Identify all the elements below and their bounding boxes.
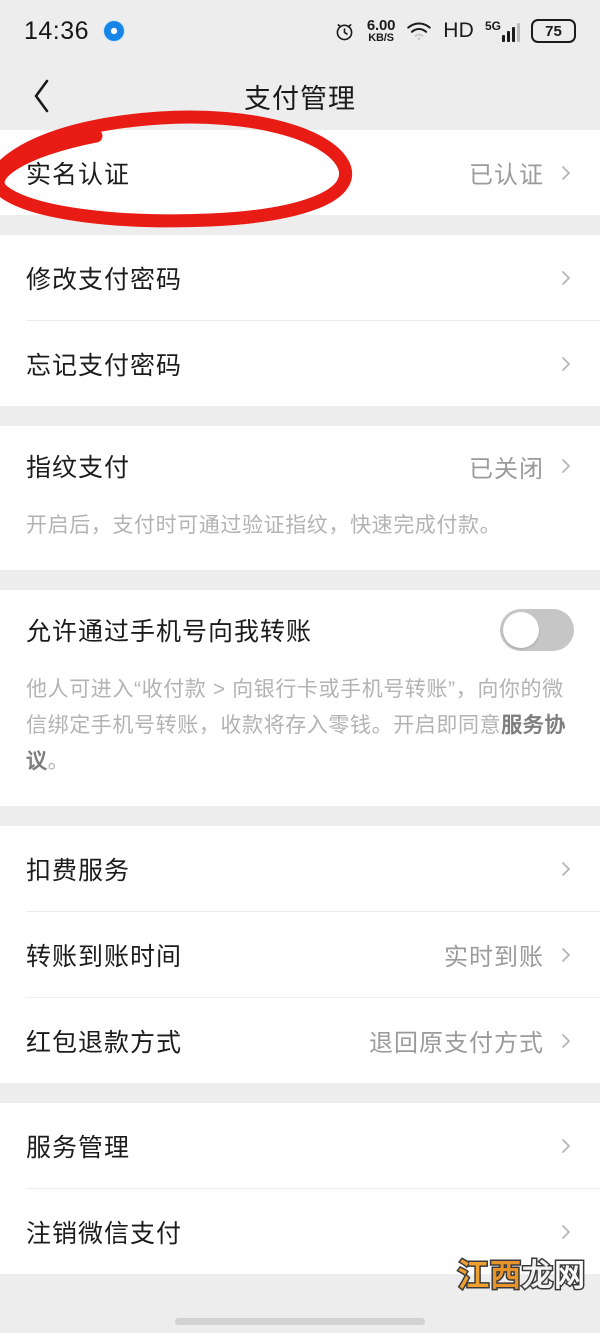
hd-label: HD <box>443 19 474 42</box>
section-gap <box>0 570 600 590</box>
watermark-char-1: 江 <box>457 1257 491 1296</box>
settings-group-password: 修改支付密码 忘记支付密码 <box>0 235 600 406</box>
section-gap <box>0 806 600 826</box>
status-bar: 14:36 6.00 KB/S HD 5G 75 <box>0 0 600 62</box>
row-label: 红包退款方式 <box>26 1028 183 1057</box>
watermark-char-4: 网 <box>553 1257 587 1296</box>
signal-indicator: 5G <box>485 20 520 42</box>
signal-bars-icon <box>502 22 520 42</box>
row-label: 转账到账时间 <box>26 942 183 971</box>
settings-group-account: 服务管理 注销微信支付 <box>0 1103 600 1274</box>
wifi-icon <box>407 22 432 40</box>
row-label: 允许通过手机号向我转账 <box>26 618 313 646</box>
chevron-right-icon <box>562 165 570 180</box>
row-label: 修改支付密码 <box>26 265 183 294</box>
row-value: 实时到账 <box>444 944 544 971</box>
phone-screen: 14:36 6.00 KB/S HD 5G 75 支付管理 实名认证 已认证 修… <box>0 0 600 1333</box>
chevron-right-icon <box>562 1224 570 1239</box>
description-text-end: 。 <box>47 750 70 773</box>
section-gap <box>0 1083 600 1103</box>
row-real-name-verification[interactable]: 实名认证 已认证 <box>0 130 600 215</box>
status-bar-right: 6.00 KB/S HD 5G 75 <box>333 18 576 44</box>
row-fingerprint-payment[interactable]: 指纹支付 已关闭 <box>26 426 574 506</box>
signal-label: 5G <box>484 19 501 33</box>
row-value: 已认证 <box>469 162 544 189</box>
network-speed-unit: KB/S <box>368 32 394 44</box>
section-gap <box>0 215 600 235</box>
row-label: 注销微信支付 <box>26 1219 183 1248</box>
settings-group-phone-transfer: 允许通过手机号向我转账 他人可进入“收付款 > 向银行卡或手机号转账”，向你的微… <box>0 590 600 806</box>
row-value: 退回原支付方式 <box>369 1030 544 1057</box>
allow-phone-transfer-toggle[interactable] <box>500 609 574 651</box>
row-label: 扣费服务 <box>26 856 131 885</box>
row-allow-phone-transfer[interactable]: 允许通过手机号向我转账 <box>26 590 574 670</box>
section-gap <box>0 406 600 426</box>
chevron-right-icon <box>562 861 570 876</box>
watermark-char-2: 西 <box>489 1257 523 1296</box>
settings-list[interactable]: 实名认证 已认证 修改支付密码 忘记支付密码 指纹支付 已关闭 开启后，支付时可… <box>0 130 600 1333</box>
phone-transfer-description: 他人可进入“收付款 > 向银行卡或手机号转账”，向你的微信绑定手机号转账，收款将… <box>26 670 574 806</box>
settings-group-identity: 实名认证 已认证 <box>0 130 600 215</box>
chevron-right-icon <box>562 459 570 473</box>
network-speed-value: 6.00 <box>366 17 396 34</box>
row-service-management[interactable]: 服务管理 <box>0 1103 600 1188</box>
row-label: 服务管理 <box>26 1133 131 1162</box>
chevron-right-icon <box>562 1138 570 1153</box>
row-deduction-services[interactable]: 扣费服务 <box>0 826 600 911</box>
row-change-payment-password[interactable]: 修改支付密码 <box>0 235 600 320</box>
battery-icon: 75 <box>531 19 576 43</box>
page-title: 支付管理 <box>244 83 356 114</box>
settings-group-services: 扣费服务 转账到账时间 实时到账 红包退款方式 退回原支付方式 <box>0 826 600 1083</box>
row-red-packet-refund-method[interactable]: 红包退款方式 退回原支付方式 <box>0 998 600 1083</box>
chevron-right-icon <box>562 947 570 962</box>
fingerprint-description: 开启后，支付时可通过验证指纹，快速完成付款。 <box>26 514 502 537</box>
settings-group-fingerprint: 指纹支付 已关闭 开启后，支付时可通过验证指纹，快速完成付款。 <box>0 426 600 570</box>
status-bar-clock: 14:36 <box>24 16 90 45</box>
network-speed-indicator: 6.00 KB/S <box>366 17 396 44</box>
watermark-char-3: 龙 <box>521 1257 555 1296</box>
watermark: 江西龙网 <box>457 1250 587 1296</box>
alarm-clock-icon <box>336 23 353 40</box>
battery-level: 75 <box>545 22 562 40</box>
row-label: 指纹支付 <box>26 454 131 482</box>
blue-dot-icon <box>103 20 126 42</box>
row-transfer-arrival-time[interactable]: 转账到账时间 实时到账 <box>0 912 600 997</box>
navigation-bar: 支付管理 <box>0 62 600 130</box>
chevron-right-icon <box>562 1033 570 1048</box>
row-label: 实名认证 <box>26 160 131 189</box>
chevron-right-icon <box>562 270 570 285</box>
description-text: 他人可进入“收付款 > 向银行卡或手机号转账”，向你的微信绑定手机号转账，收款将… <box>26 678 564 737</box>
row-label: 忘记支付密码 <box>26 351 183 380</box>
status-bar-left: 14:36 <box>24 16 126 46</box>
row-forgot-payment-password[interactable]: 忘记支付密码 <box>0 321 600 406</box>
row-value: 已关闭 <box>469 455 544 483</box>
chevron-right-icon <box>562 356 570 371</box>
toggle-knob <box>503 612 539 648</box>
home-indicator[interactable] <box>175 1318 425 1325</box>
